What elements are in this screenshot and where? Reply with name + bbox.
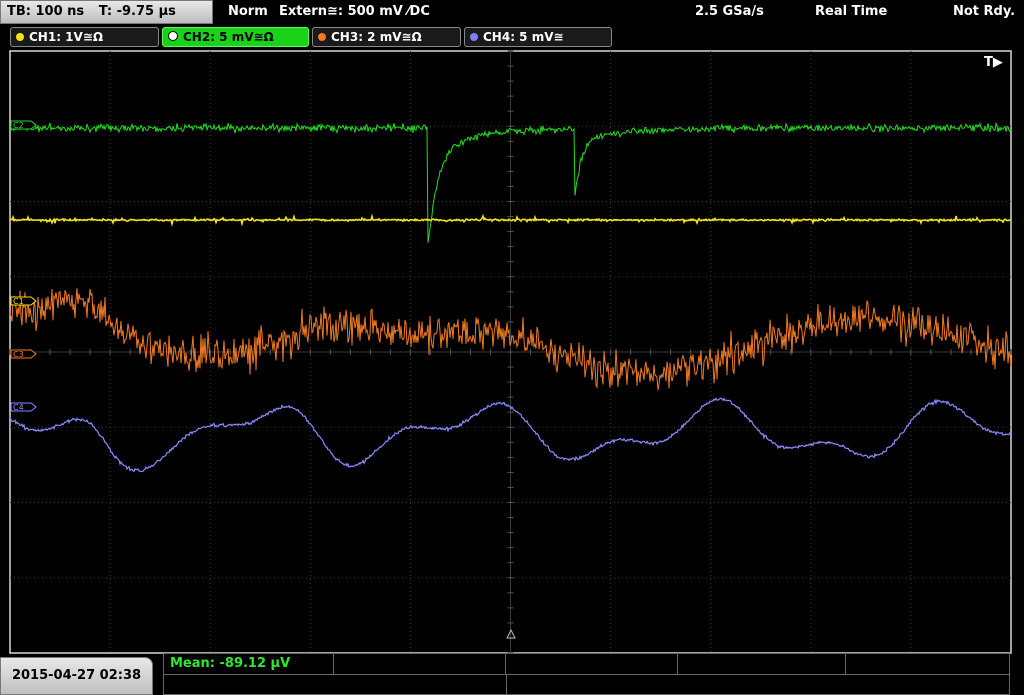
timebase-box[interactable]: TB: 100 ns T: -9.75 µs	[0, 0, 213, 24]
channel-bar: CH1: 1V≅Ω CH2: 5 mV≅Ω CH3: 2 mV≅Ω CH4: 5…	[0, 26, 1024, 48]
trigger-mode[interactable]: Norm	[228, 0, 268, 24]
ch4-label: CH4: 5 mV≅	[483, 30, 564, 44]
status-bar: TB: 100 ns T: -9.75 µs Norm Extern≅: 500…	[0, 0, 1024, 26]
measurement-mean: Mean: -89.12 µV	[170, 656, 291, 671]
ch1-label: CH1: 1V≅Ω	[29, 30, 104, 44]
channel-tab-ch1[interactable]: CH1: 1V≅Ω	[10, 27, 159, 47]
channel-tab-ch2[interactable]: CH2: 5 mV≅Ω	[162, 27, 309, 47]
ch2-label: CH2: 5 mV≅Ω	[183, 30, 274, 44]
ch1-dot-icon	[16, 33, 24, 41]
waveform-display[interactable]: C2 C1 C3 C4 T▶	[0, 48, 1024, 655]
measurement-panel[interactable]: Mean: -89.12 µV	[163, 653, 1010, 695]
date-time: 2015-04-27 02:38	[0, 657, 153, 695]
channel-tab-ch3[interactable]: CH3: 2 mV≅Ω	[312, 27, 461, 47]
marker-ch3-label: C3	[13, 350, 24, 359]
marker-ch2-label: C2	[13, 121, 24, 130]
acquisition-mode: Real Time	[815, 4, 888, 19]
trigger-source[interactable]: Extern≅: 500 mV ⁄DC	[279, 0, 430, 24]
sample-rate: 2.5 GSa/s	[695, 4, 764, 19]
marker-ch4-label: C4	[13, 403, 24, 412]
waveform-canvas: C2 C1 C3 C4 T▶	[9, 50, 1012, 654]
trigger-position-marker[interactable]: T▶	[984, 55, 1003, 70]
ch2-dot-icon	[168, 31, 178, 41]
ch3-label: CH3: 2 mV≅Ω	[331, 30, 422, 44]
marker-ch1-label: C1	[13, 297, 24, 306]
trigger-time-value: T: -9.75 µs	[98, 4, 176, 19]
timebase-value: TB: 100 ns	[7, 4, 85, 19]
ch4-dot-icon	[470, 33, 478, 41]
ch3-dot-icon	[318, 33, 326, 41]
channel-tab-ch4[interactable]: CH4: 5 mV≅	[464, 27, 612, 47]
run-status: Not Rdy.	[953, 4, 1016, 19]
